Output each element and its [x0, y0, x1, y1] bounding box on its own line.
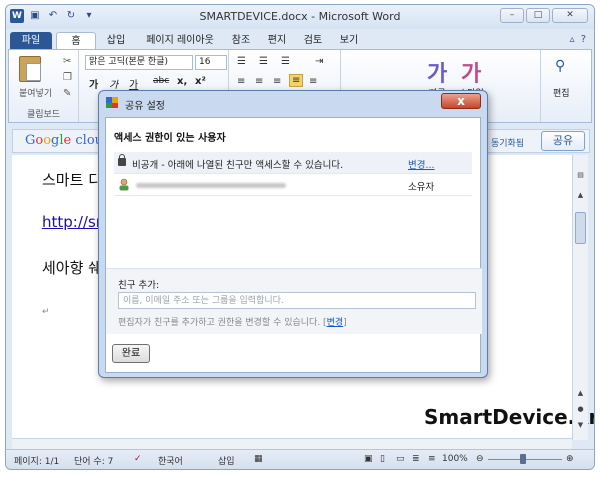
macro-icon[interactable]: ▦: [254, 454, 263, 464]
window-controls: – □ ✕: [500, 8, 588, 23]
tab-references[interactable]: 참조: [226, 32, 256, 49]
privacy-text: 비공개 - 아래에 나열된 친구만 액세스할 수 있습니다.: [132, 160, 344, 171]
strikethrough-button[interactable]: abc: [153, 76, 169, 86]
document-line-3: 세아향 쉐: [42, 259, 102, 277]
font-name-select[interactable]: 맑은 고딕(본문 한글): [85, 55, 193, 70]
help-icon[interactable]: ?: [581, 34, 586, 45]
browse-object-icon[interactable]: ●: [574, 403, 587, 415]
justify-icon[interactable]: ≡: [289, 74, 304, 87]
outline-icon[interactable]: ≣: [412, 454, 420, 464]
owner-role: 소유자: [408, 182, 435, 193]
subscript-button[interactable]: x,: [177, 76, 187, 87]
editing-label[interactable]: 편집: [553, 86, 570, 99]
paste-label[interactable]: 붙여넣기: [19, 86, 52, 99]
access-list: 비공개 - 아래에 나열된 친구만 액세스할 수 있습니다. 변경... 소유자: [114, 152, 472, 382]
watermark-brand: SmartDevice.kr: [424, 405, 595, 429]
align-left-icon[interactable]: ≡: [237, 76, 245, 87]
lock-icon: [118, 154, 126, 166]
underline-button[interactable]: 가: [129, 76, 138, 91]
tab-review[interactable]: 검토: [298, 32, 328, 49]
document-line-1: 스마트 디: [42, 171, 102, 189]
next-page-icon[interactable]: ▼: [574, 419, 587, 431]
share-dialog: 공유 설정 x 액세스 권한이 있는 사용자 비공개 - 아래에 나열된 친구만…: [98, 90, 488, 378]
font-size-select[interactable]: 16: [195, 55, 227, 70]
distributed-icon[interactable]: ≡: [309, 76, 317, 87]
dialog-close-button[interactable]: x: [441, 93, 481, 109]
full-screen-reading-icon[interactable]: ▯: [380, 454, 385, 464]
owner-email-redacted: [136, 183, 286, 188]
italic-button[interactable]: 가: [109, 76, 118, 91]
dialog-title: 공유 설정: [125, 101, 165, 112]
align-right-icon[interactable]: ≡: [273, 76, 281, 87]
bold-button[interactable]: 가: [89, 76, 98, 91]
bullets-icon[interactable]: ☰: [237, 56, 246, 67]
dialog-body: 액세스 권한이 있는 사용자 비공개 - 아래에 나열된 친구만 액세스할 수 …: [105, 117, 482, 373]
ribbon-tabs: 파일 홈 삽입 페이지 레이아웃 참조 편지 검토 보기 ▵ ?: [6, 29, 594, 49]
web-layout-icon[interactable]: ▭: [396, 454, 405, 464]
google-docs-icon: [106, 97, 118, 108]
owner-row: 소유자: [114, 174, 472, 196]
tab-file[interactable]: 파일: [10, 32, 52, 49]
ruler-toggle-icon[interactable]: ▤: [574, 169, 587, 181]
indent-icon[interactable]: ⇥: [315, 56, 323, 67]
dialog-title-bar: 공유 설정 x: [99, 91, 487, 113]
clipboard-group: 붙여넣기 ✂ ❐ ✎ 클립보드: [9, 50, 79, 122]
cut-icon[interactable]: ✂: [63, 56, 71, 67]
help-area: ▵ ?: [570, 34, 586, 45]
tab-mailings[interactable]: 편지: [262, 32, 292, 49]
tab-layout[interactable]: 페이지 레이아웃: [138, 32, 222, 49]
add-friends-section: 친구 추가: 편집자가 친구를 추가하고 권한을 변경할 수 있습니다. [변경…: [106, 268, 482, 334]
tab-insert[interactable]: 삽입: [98, 32, 134, 49]
draft-icon[interactable]: ≡: [428, 454, 436, 464]
scroll-up-icon[interactable]: ▲: [574, 189, 587, 201]
paragraph-mark: ↵: [42, 307, 50, 317]
minimize-button[interactable]: –: [500, 8, 524, 23]
word-count[interactable]: 단어 수: 7: [74, 454, 113, 467]
zoom-in-icon[interactable]: ⊕: [566, 454, 574, 464]
change-styles-icon[interactable]: 가: [461, 56, 481, 88]
align-center-icon[interactable]: ≡: [255, 76, 263, 87]
insert-mode[interactable]: 삽입: [218, 454, 235, 467]
privacy-row: 비공개 - 아래에 나열된 친구만 액세스할 수 있습니다. 변경...: [114, 152, 472, 174]
close-button[interactable]: ✕: [552, 8, 588, 23]
zoom-level[interactable]: 100%: [442, 454, 468, 464]
paste-icon[interactable]: [19, 56, 41, 82]
zoom-slider-knob[interactable]: [520, 454, 526, 464]
tab-home[interactable]: 홈: [56, 32, 96, 49]
scroll-thumb[interactable]: [575, 212, 586, 244]
editor-permission-note: 편집자가 친구를 추가하고 권한을 변경할 수 있습니다. [변경]: [118, 318, 347, 328]
maximize-button[interactable]: □: [526, 8, 550, 23]
sync-status[interactable]: 동기화됨: [491, 136, 524, 149]
clipboard-group-label: 클립보드: [26, 110, 61, 120]
editing-group: ⚲ 편집: [543, 50, 591, 122]
multilevel-list-icon[interactable]: ☰: [281, 56, 290, 67]
find-icon[interactable]: ⚲: [555, 58, 565, 74]
person-icon: [119, 178, 129, 191]
page-count[interactable]: 페이지: 1/1: [14, 454, 59, 467]
prev-page-icon[interactable]: ▲: [574, 387, 587, 399]
add-friends-label: 친구 추가:: [118, 280, 160, 291]
print-layout-icon[interactable]: ▣: [364, 454, 373, 464]
status-bar: 페이지: 1/1 단어 수: 7 ✓ 한국어 삽입 ▦ ▣ ▯ ▭ ≣ ≡ 10…: [6, 449, 594, 469]
change-privacy-link[interactable]: 변경...: [408, 157, 435, 171]
quick-styles-icon[interactable]: 가: [427, 56, 447, 88]
format-painter-icon[interactable]: ✎: [63, 88, 71, 99]
language-status[interactable]: 한국어: [158, 454, 183, 467]
share-button[interactable]: 공유: [541, 131, 585, 151]
ribbon-collapse-icon[interactable]: ▵: [570, 34, 575, 45]
copy-icon[interactable]: ❐: [63, 72, 72, 83]
add-friends-input[interactable]: [118, 292, 476, 309]
vertical-scrollbar[interactable]: ▤ ▲ ▲ ● ▼: [572, 155, 588, 440]
access-heading: 액세스 권한이 있는 사용자: [114, 133, 226, 144]
numbering-icon[interactable]: ☰: [259, 56, 268, 67]
title-bar: W ▣ ↶ ↻ ▾ SMARTDEVICE.docx - Microsoft W…: [6, 5, 594, 29]
tab-view[interactable]: 보기: [334, 32, 364, 49]
done-button[interactable]: 완료: [112, 344, 150, 363]
superscript-button[interactable]: x²: [195, 76, 206, 87]
proofing-icon[interactable]: ✓: [134, 454, 142, 464]
zoom-out-icon[interactable]: ⊖: [476, 454, 484, 464]
change-permission-link[interactable]: 변경: [327, 318, 344, 328]
